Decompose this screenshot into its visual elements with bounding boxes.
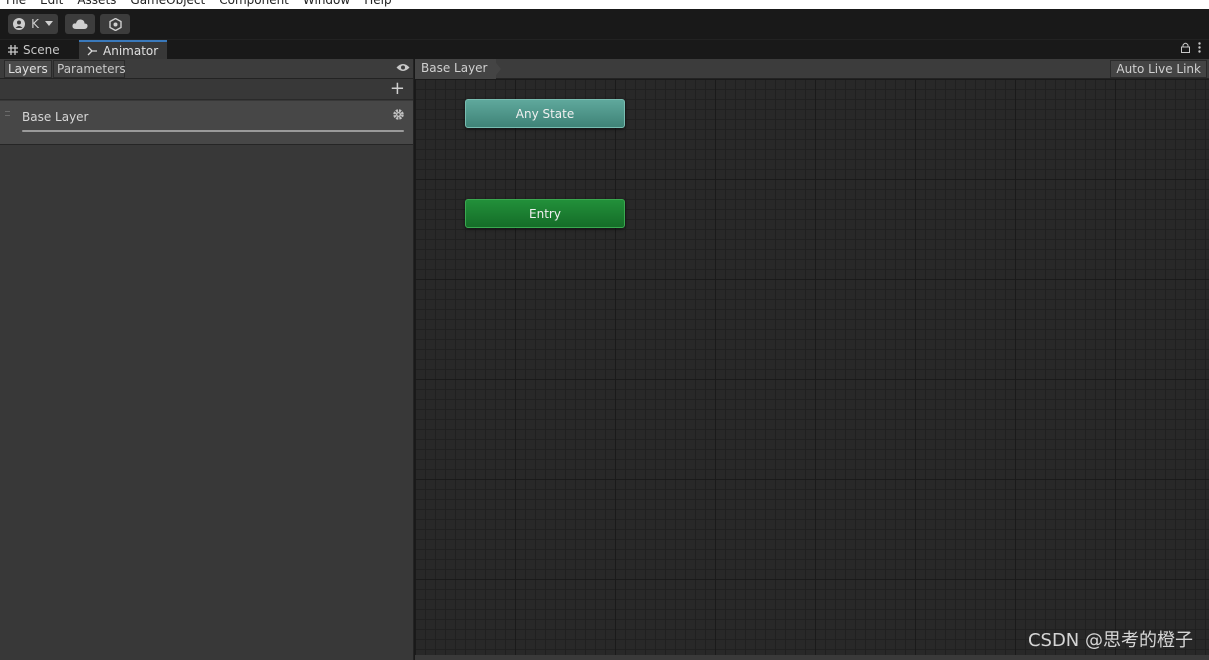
breadcrumb-arrow — [493, 59, 501, 79]
add-layer-row: + — [0, 79, 413, 100]
tab-bar-controls — [1181, 42, 1201, 53]
cloud-button[interactable] — [65, 14, 95, 34]
kebab-menu-icon[interactable] — [1198, 42, 1201, 53]
chevron-down-icon — [44, 21, 53, 26]
state-node-any-state[interactable]: Any State — [465, 99, 625, 128]
collab-button[interactable] — [100, 14, 130, 34]
tab-layers[interactable]: Layers — [4, 60, 52, 78]
state-node-entry[interactable]: Entry — [465, 199, 625, 228]
tab-scene[interactable]: Scene — [0, 40, 78, 60]
tab-animator-label: Animator — [103, 44, 159, 58]
account-button[interactable]: K — [8, 14, 58, 34]
tab-scene-label: Scene — [23, 43, 60, 57]
editor-tab-bar: Scene Animator — [0, 39, 1209, 60]
auto-live-link-button[interactable]: Auto Live Link — [1110, 60, 1207, 78]
graph-header: Base Layer Auto Live Link — [415, 59, 1209, 79]
layer-item[interactable]: ⎯ ⎯ Base Layer — [0, 101, 413, 145]
account-label: K — [31, 17, 39, 31]
menu-edit[interactable]: Edit — [40, 0, 63, 9]
menu-component[interactable]: Component — [219, 0, 289, 9]
collab-icon — [108, 17, 122, 31]
add-layer-button[interactable]: + — [390, 79, 405, 99]
grid-icon — [8, 45, 18, 55]
menu-assets[interactable]: Assets — [77, 0, 116, 9]
menu-window[interactable]: Window — [303, 0, 350, 9]
eye-icon[interactable] — [396, 61, 410, 76]
menu-gameobject[interactable]: GameObject — [130, 0, 205, 9]
layers-panel-header: Layers Parameters — [0, 59, 413, 79]
state-machine-graph[interactable]: Base Layer Auto Live Link Any State Entr… — [415, 59, 1209, 660]
gear-icon[interactable] — [392, 108, 405, 125]
menu-file[interactable]: File — [6, 0, 26, 9]
drag-handle-icon[interactable]: ⎯ ⎯ — [5, 107, 10, 121]
tab-parameters[interactable]: Parameters — [53, 60, 126, 78]
breadcrumb[interactable]: Base Layer — [415, 59, 496, 79]
toolbar: K — [0, 9, 1209, 39]
cloud-icon — [72, 19, 88, 29]
menu-help[interactable]: Help — [364, 0, 391, 9]
tab-animator[interactable]: Animator — [79, 40, 167, 60]
layers-panel: Layers Parameters + ⎯ ⎯ Base Layer — [0, 59, 414, 660]
layer-weight-slider[interactable] — [22, 130, 404, 132]
lock-icon[interactable] — [1181, 42, 1190, 53]
watermark: CSDN @思考的橙子 — [1027, 630, 1193, 651]
menu-bar: File Edit Assets GameObject Component Wi… — [0, 0, 1209, 9]
animator-icon — [87, 46, 97, 56]
account-icon — [13, 18, 26, 30]
horizontal-scrollbar[interactable] — [415, 655, 1209, 660]
layer-name: Base Layer — [22, 110, 89, 124]
